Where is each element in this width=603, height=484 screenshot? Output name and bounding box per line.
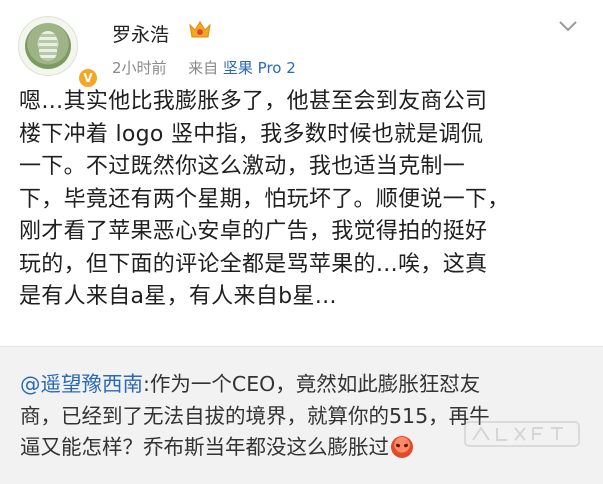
source-prefix: 来自 (188, 59, 219, 77)
post-time: 2小时前 (112, 59, 167, 77)
post-line: 是有人来自a星，有人来自b星… (19, 284, 337, 309)
username[interactable]: 罗永浩 (112, 20, 169, 47)
post-line: 下，毕竟还有两个星期，怕玩坏了。顺便说一下， (19, 186, 510, 212)
weibo-post: V 罗永浩 2小时前 来自 坚果 Pro 2 嗯…其实他比我膨胀多了，他甚至会到… (0, 0, 603, 484)
source-link[interactable]: 坚果 Pro 2 (223, 59, 296, 77)
post-line: 玩的，但下面的评论全都是骂苹果的…唉，这真 (19, 251, 488, 277)
repost-line: :作为一个CEO，竟然如此膨胀狂怼友 (143, 372, 481, 396)
post-line: 刚才看了苹果恶心安卓的广告，我觉得拍的挺好 (19, 219, 488, 244)
chevron-down-icon[interactable] (556, 16, 580, 36)
avatar-image (25, 23, 71, 69)
repost-line: 逼又能怎样？乔布斯当年都没这么膨胀过 (20, 435, 389, 459)
post-line: 楼下冲着 logo 竖中指，我多数时候也就是调侃 (19, 121, 484, 147)
post-line: 一下。不过既然你这么激动，我也适当克制一 (19, 154, 466, 179)
post-meta: 2小时前 来自 坚果 Pro 2 (112, 57, 296, 78)
watermark-logo (463, 412, 581, 456)
reposted-content[interactable]: @遥望豫西南:作为一个CEO，竟然如此膨胀狂怼友 商，已经到了无法自拔的境界，就… (0, 346, 603, 484)
watermark-logo-icon (464, 421, 580, 447)
angry-face-emoji-icon (391, 436, 413, 458)
post-body: 嗯…其实他比我膨胀多了，他甚至会到友商公司 楼下冲着 logo 竖中指，我多数时… (19, 86, 591, 314)
mention-link[interactable]: @遥望豫西南 (20, 372, 143, 396)
avatar[interactable]: V (18, 16, 99, 89)
crown-vip-icon[interactable] (188, 19, 212, 41)
post-line: 嗯…其实他比我膨胀多了，他甚至会到友商公司 (19, 89, 488, 114)
